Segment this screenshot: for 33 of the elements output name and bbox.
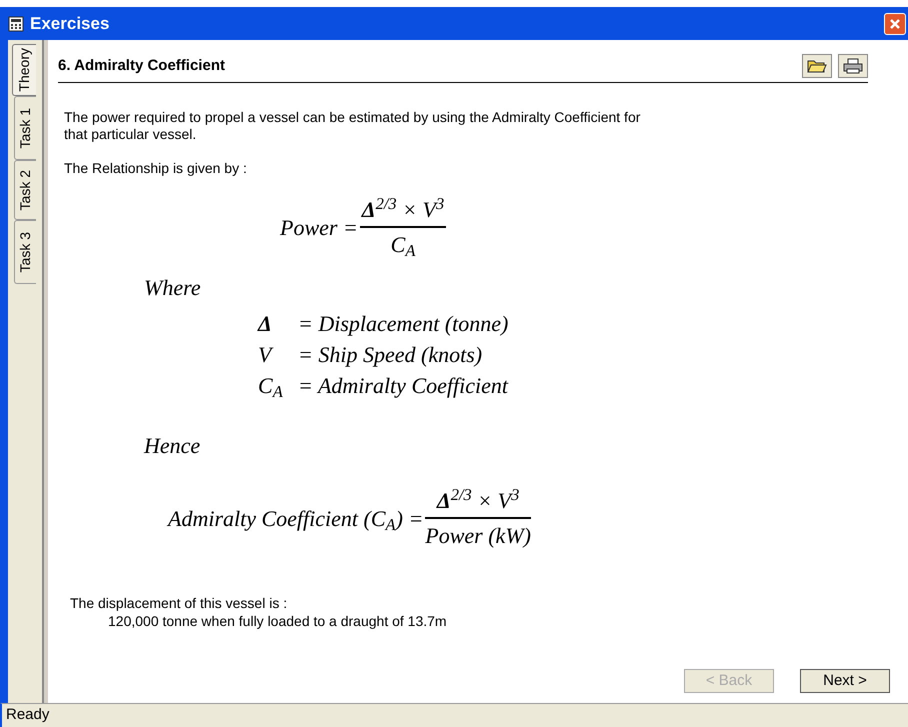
denominator: C$_{A}$ [390, 231, 416, 261]
calculator-icon [8, 16, 24, 32]
numerator: Δ$^{2/3}$ × V$^{3}$ [360, 193, 446, 224]
folder-icon [807, 58, 827, 74]
tab[interactable]: Theory [12, 44, 36, 96]
definition: = Ship Speed (knots) [298, 341, 482, 369]
status-text: Ready [6, 705, 50, 726]
formula-lhs: Power = [280, 214, 358, 242]
definition: = Displacement (tonne) [298, 310, 508, 338]
where-label: Where [144, 274, 202, 302]
tab[interactable]: Task 3 [14, 220, 36, 284]
open-button[interactable] [802, 54, 832, 78]
printer-icon [843, 58, 863, 74]
window-title: Exercises [30, 12, 110, 35]
section-heading: 6. Admiralty Coefficient [58, 56, 226, 76]
print-button[interactable] [838, 54, 868, 78]
tab[interactable]: Task 1 [14, 96, 36, 160]
formula-lhs: Admiralty Coefficient (C$_{A}$) = [168, 504, 424, 534]
denominator: Power (kW) [425, 522, 531, 550]
definition: = Admiralty Coefficient [298, 372, 508, 400]
symbol: C$_{A}$ [258, 372, 284, 401]
displacement-label: The displacement of this vessel is : [70, 594, 288, 612]
displacement-value: 120,000 tonne when fully loaded to a draught of 13.7m [107, 612, 448, 630]
hence-label: Hence [144, 432, 202, 460]
nav-button[interactable]: Next > [800, 669, 890, 693]
symbol: V [258, 341, 274, 369]
close-icon [889, 18, 901, 30]
relationship-text: The Relationship is given by : [64, 160, 248, 177]
symbol: Δ [258, 310, 273, 338]
numerator: Δ$^{2/3}$ × V$^{3}$ [435, 484, 520, 515]
tab[interactable]: Task 2 [14, 160, 36, 220]
intro-paragraph: The power required to propel a vessel can be estimated by using the Admiralty Coefficient for that particular vessel. [64, 109, 642, 143]
close-button[interactable] [884, 12, 906, 34]
